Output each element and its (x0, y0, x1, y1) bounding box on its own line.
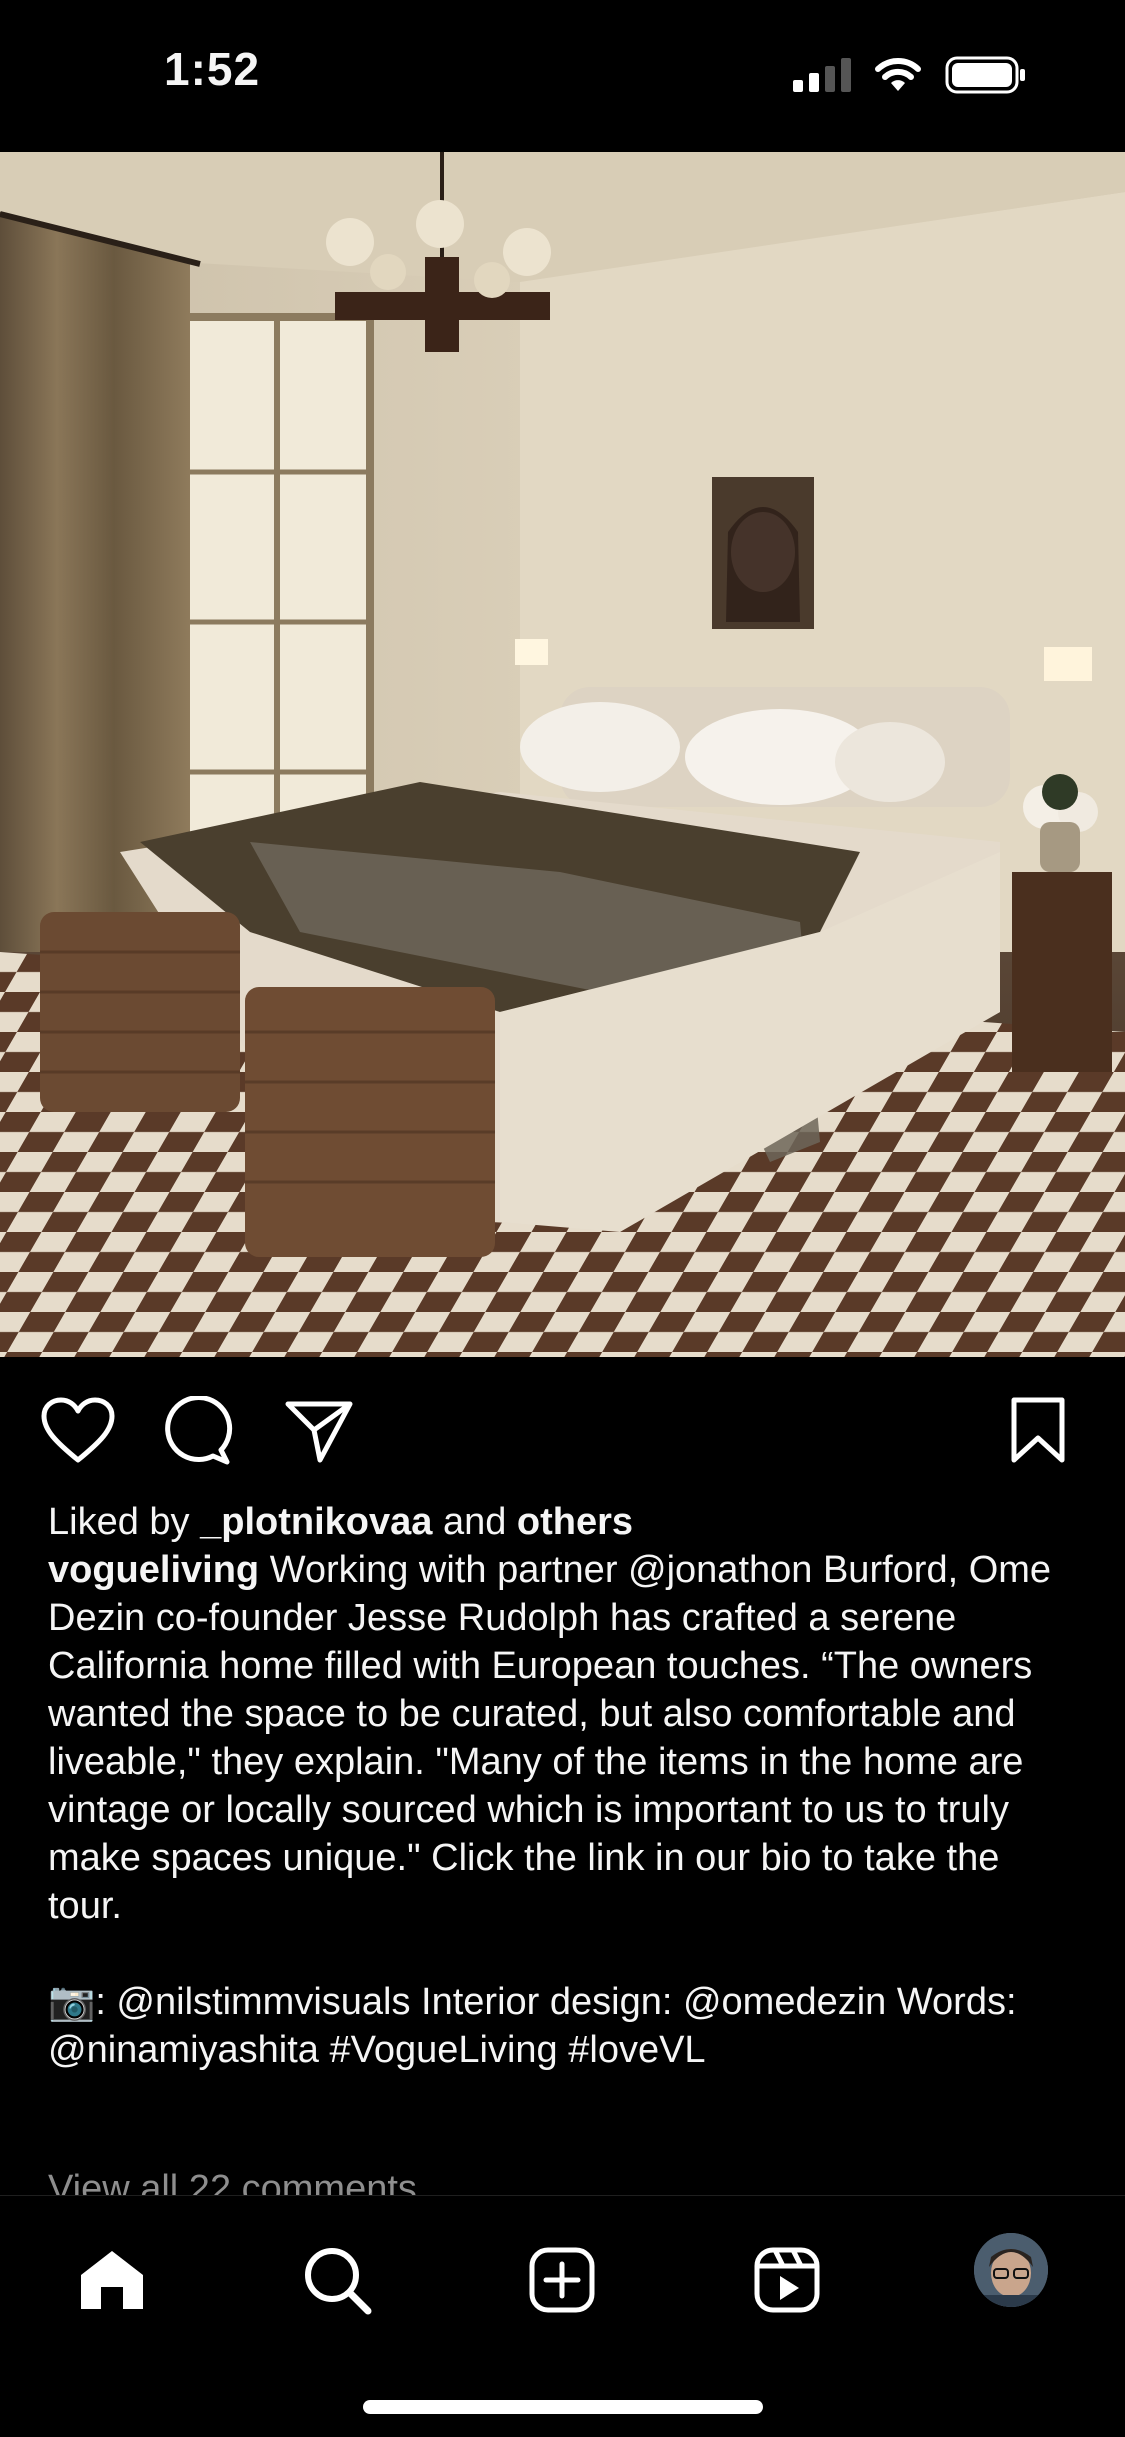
status-time: 1:52 (164, 43, 261, 95)
caption-username-link[interactable]: vogueliving (48, 1549, 259, 1591)
bookmark-icon[interactable] (1008, 1396, 1068, 1466)
caption-body: Working with partner @jonathon Burford, … (48, 1549, 1052, 1927)
likes-line: Liked by _plotnikovaa and others (48, 1498, 1078, 1546)
liked-by-others-link[interactable]: others (517, 1501, 633, 1543)
nav-create[interactable] (518, 2236, 606, 2324)
likes-middle: and (432, 1501, 517, 1543)
post-caption-area: Liked by _plotnikovaa and others vogueli… (48, 1498, 1078, 2074)
cellular-signal-icon (793, 58, 851, 92)
home-icon (81, 2251, 143, 2309)
post-image[interactable] (0, 152, 1125, 1357)
status-bar: 1:52 (0, 0, 1125, 152)
caption-credits: 📷: @nilstimmvisuals Interior design: @om… (48, 1981, 1017, 2071)
status-icons (793, 56, 1027, 94)
caption-text: vogueliving Working with partner @jonath… (48, 1546, 1078, 1930)
liked-by-user-link[interactable]: _plotnikovaa (200, 1501, 432, 1543)
post-actions (0, 1358, 1125, 1498)
profile-avatar[interactable] (974, 2233, 1048, 2307)
heart-icon[interactable] (40, 1396, 116, 1466)
nav-reels[interactable] (743, 2236, 831, 2324)
nav-home[interactable] (68, 2236, 156, 2324)
home-indicator[interactable] (363, 2400, 763, 2414)
likes-prefix: Liked by (48, 1501, 201, 1543)
wifi-icon (875, 58, 921, 91)
create-icon (529, 2247, 595, 2313)
reels-icon (754, 2247, 820, 2313)
nav-search[interactable] (293, 2236, 381, 2324)
battery-icon (945, 56, 1025, 94)
share-icon[interactable] (284, 1396, 354, 1466)
search-icon (305, 2248, 372, 2315)
comment-icon[interactable] (163, 1396, 233, 1466)
